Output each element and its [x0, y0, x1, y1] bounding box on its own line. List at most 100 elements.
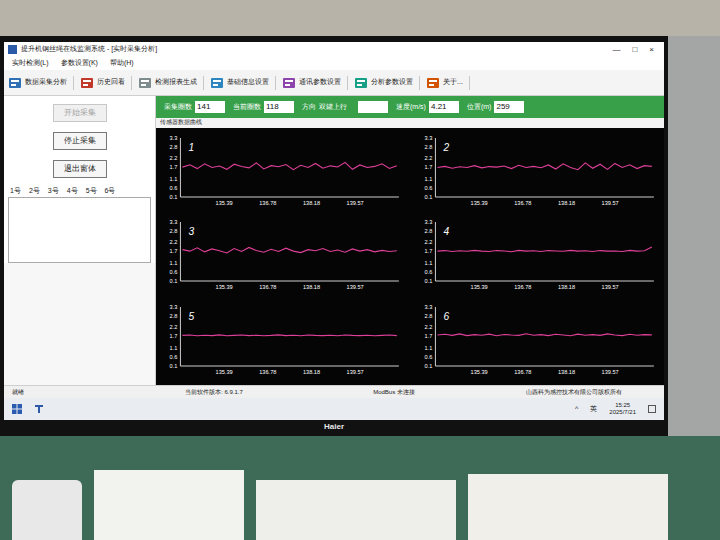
- svg-text:0.6: 0.6: [425, 354, 433, 360]
- svg-text:136.78: 136.78: [259, 200, 276, 206]
- status-item: 就绪: [4, 388, 124, 397]
- svg-text:2.2: 2.2: [425, 324, 433, 330]
- window-control[interactable]: ×: [643, 44, 660, 56]
- svg-text:139.57: 139.57: [347, 285, 364, 291]
- svg-text:1.7: 1.7: [425, 249, 433, 255]
- status-item: 当前软件版本: 6.9.1.7: [124, 388, 304, 397]
- svg-text:135.39: 135.39: [471, 285, 488, 291]
- menu-item[interactable]: 实时检测(L): [12, 58, 49, 69]
- window-control[interactable]: —: [606, 44, 626, 56]
- toolbar-button[interactable]: 基础信息设置: [210, 76, 276, 90]
- svg-text:1.7: 1.7: [170, 333, 178, 339]
- menu-bar: 实时检测(L) 参数设置(K) 帮助(H): [4, 57, 664, 70]
- windows-icon[interactable]: [12, 404, 22, 414]
- svg-text:0.1: 0.1: [425, 363, 433, 369]
- toolbar-icon: [80, 76, 94, 90]
- svg-text:1.7: 1.7: [425, 165, 433, 171]
- paper: [94, 470, 244, 540]
- svg-text:3.3: 3.3: [170, 304, 178, 310]
- svg-text:139.57: 139.57: [347, 369, 364, 375]
- status-item: 山西科为感控技术有限公司版权所有: [484, 388, 664, 397]
- desk: [0, 436, 720, 540]
- toolbar: 数据采集分析历史回看检测报表生成基础信息设置通讯参数设置分析参数设置关于...: [4, 70, 664, 96]
- toolbar-button[interactable]: 历史回看: [80, 76, 132, 90]
- window-control[interactable]: □: [626, 44, 643, 56]
- svg-text:135.39: 135.39: [216, 285, 233, 291]
- panel-button[interactable]: 停止采集: [53, 132, 107, 150]
- svg-text:136.78: 136.78: [514, 369, 531, 375]
- svg-text:1.1: 1.1: [425, 344, 433, 350]
- paper: [256, 480, 456, 540]
- toolbar-button[interactable]: 数据采集分析: [8, 76, 74, 90]
- svg-text:135.39: 135.39: [471, 369, 488, 375]
- sensor-tab[interactable]: 6号: [103, 186, 118, 197]
- svg-text:0.1: 0.1: [170, 363, 178, 369]
- svg-text:0.1: 0.1: [425, 194, 433, 200]
- svg-text:0.6: 0.6: [170, 354, 178, 360]
- svg-text:1.7: 1.7: [425, 333, 433, 339]
- svg-text:1.1: 1.1: [425, 176, 433, 182]
- svg-text:3.3: 3.3: [425, 220, 433, 226]
- clock: 15:252025/7/21: [609, 402, 636, 415]
- panel-button[interactable]: 退出窗体: [53, 160, 107, 178]
- svg-text:4: 4: [444, 227, 450, 238]
- toolbar-button[interactable]: 关于...: [426, 76, 470, 90]
- sensor-tab[interactable]: 3号: [46, 186, 61, 197]
- menu-item[interactable]: 帮助(H): [110, 58, 134, 69]
- svg-text:0.1: 0.1: [170, 194, 178, 200]
- toolbar-button[interactable]: 分析参数设置: [354, 76, 420, 90]
- svg-text:2.8: 2.8: [425, 229, 433, 235]
- sensor-chart: 3.32.82.21.71.10.60.1135.39136.78138.181…: [160, 130, 405, 214]
- app-icon: [8, 45, 17, 54]
- svg-text:2.2: 2.2: [425, 155, 433, 161]
- sensor-line: [182, 248, 396, 254]
- chart-grid: 3.3 2.8 2.2 1.7 1.1 0.6 0.1 135.39 136.78 138.18 1…: [156, 128, 664, 385]
- svg-text:139.57: 139.57: [602, 285, 619, 291]
- svg-text:136.78: 136.78: [259, 285, 276, 291]
- toolbar-icon: [282, 76, 296, 90]
- toolbar-icon: [210, 76, 224, 90]
- svg-text:138.18: 138.18: [558, 369, 575, 375]
- svg-text:138.18: 138.18: [303, 200, 320, 206]
- sensor-chart: 3.32.82.21.71.10.60.1135.39136.78138.181…: [415, 214, 660, 298]
- info-field: 速度(m/s)4.21: [396, 101, 459, 113]
- title-bar: 提升机钢丝绳在线监测系统 - [实时采集分析]—□×: [4, 42, 664, 57]
- info-field: 当前圈数118: [233, 101, 294, 113]
- sensor-tab[interactable]: 5号: [84, 186, 99, 197]
- sensor-tab[interactable]: 4号: [65, 186, 80, 197]
- svg-text:1.1: 1.1: [170, 260, 178, 266]
- sensor-tab[interactable]: 2号: [27, 186, 42, 197]
- svg-text:3.3: 3.3: [170, 220, 178, 226]
- svg-text:136.78: 136.78: [514, 200, 531, 206]
- sensor-chart: 3.32.82.21.71.10.60.1135.39136.78138.181…: [160, 299, 405, 383]
- screen: 提升机钢丝绳在线监测系统 - [实时采集分析]—□×实时检测(L)参数设置(K)…: [4, 42, 664, 420]
- svg-text:2.8: 2.8: [170, 144, 178, 150]
- svg-text:0.6: 0.6: [425, 269, 433, 275]
- info-field: 采集圈数141: [164, 101, 225, 113]
- svg-text:1.1: 1.1: [170, 176, 178, 182]
- svg-text:136.78: 136.78: [259, 369, 276, 375]
- panel-button[interactable]: 开始采集: [53, 104, 107, 122]
- svg-text:138.18: 138.18: [303, 285, 320, 291]
- notification-icon[interactable]: [648, 405, 656, 413]
- tray-item[interactable]: 英: [590, 404, 597, 415]
- menu-item[interactable]: 参数设置(K): [61, 58, 98, 69]
- monitor-brand: Haier: [324, 421, 344, 433]
- toolbar-button[interactable]: 检测报表生成: [138, 76, 204, 90]
- svg-text:2.2: 2.2: [425, 240, 433, 246]
- sensor-line: [437, 334, 651, 336]
- sensor-tab[interactable]: 1号: [8, 186, 23, 197]
- svg-text:138.18: 138.18: [558, 200, 575, 206]
- status-item: ModBus 未连接: [304, 388, 484, 397]
- toolbar-button[interactable]: 通讯参数设置: [282, 76, 348, 90]
- info-field: [355, 101, 388, 113]
- svg-text:1.1: 1.1: [170, 344, 178, 350]
- monitor: 提升机钢丝绳在线监测系统 - [实时采集分析]—□×实时检测(L)参数设置(K)…: [0, 36, 668, 436]
- svg-text:135.39: 135.39: [216, 369, 233, 375]
- app-taskbar-icon[interactable]: [34, 404, 44, 414]
- svg-text:2: 2: [443, 142, 450, 153]
- tray-item[interactable]: ^: [575, 404, 578, 415]
- window-title: 提升机钢丝绳在线监测系统 - [实时采集分析]: [21, 44, 606, 55]
- toolbar-icon: [426, 76, 440, 90]
- svg-text:2.8: 2.8: [170, 229, 178, 235]
